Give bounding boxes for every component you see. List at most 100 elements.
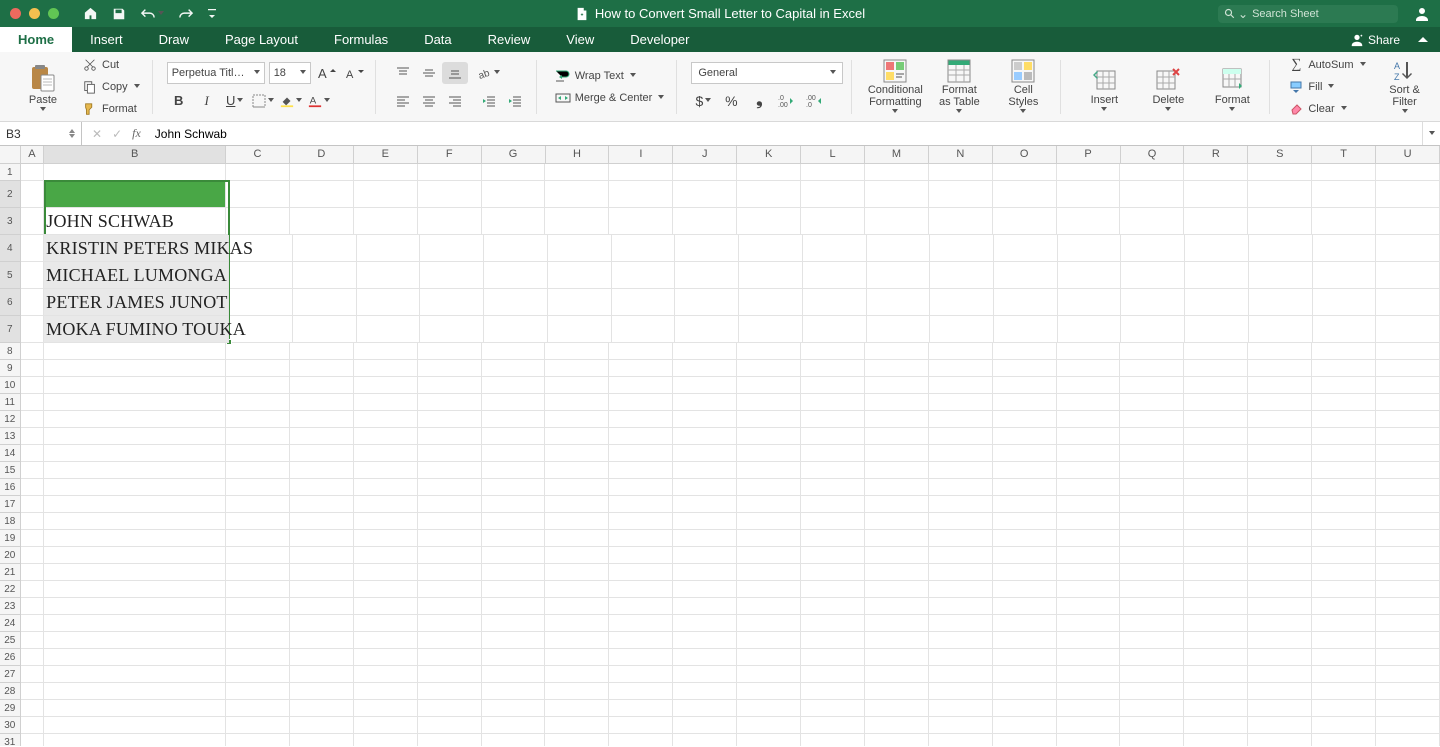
row-header-27[interactable]: 27 (0, 666, 21, 683)
cell-U24[interactable] (1376, 615, 1440, 632)
tab-insert[interactable]: Insert (72, 27, 141, 52)
cell-A17[interactable] (21, 496, 45, 513)
cell-J10[interactable] (673, 377, 737, 394)
cell-L16[interactable] (801, 479, 865, 496)
tab-home[interactable]: Home (0, 27, 72, 52)
row-header-10[interactable]: 10 (0, 377, 21, 394)
cell-G22[interactable] (482, 581, 546, 598)
cell-I17[interactable] (609, 496, 673, 513)
border-button[interactable] (251, 90, 275, 112)
cell-A14[interactable] (21, 445, 45, 462)
cell-D12[interactable] (290, 411, 354, 428)
cell-D21[interactable] (290, 564, 354, 581)
cell-H19[interactable] (545, 530, 609, 547)
cell-Q20[interactable] (1120, 547, 1184, 564)
cell-Q2[interactable] (1120, 181, 1184, 208)
search-sheet-input[interactable]: ⌄ (1218, 5, 1398, 23)
cell-O7[interactable] (994, 316, 1058, 343)
cell-B6[interactable]: PETER JAMES JUNOT (44, 289, 229, 316)
cell-C20[interactable] (226, 547, 290, 564)
cell-M26[interactable] (865, 649, 929, 666)
collapse-ribbon-button[interactable] (1412, 35, 1434, 45)
align-center-button[interactable] (416, 90, 442, 112)
cell-S25[interactable] (1248, 632, 1312, 649)
cell-R23[interactable] (1184, 598, 1248, 615)
cell-A12[interactable] (21, 411, 45, 428)
cell-C30[interactable] (226, 717, 290, 734)
cell-O28[interactable] (993, 683, 1057, 700)
cell-B16[interactable] (44, 479, 226, 496)
cell-N16[interactable] (929, 479, 993, 496)
fill-color-button[interactable] (279, 90, 303, 112)
cell-M4[interactable] (867, 235, 931, 262)
cell-C15[interactable] (226, 462, 290, 479)
cell-U23[interactable] (1376, 598, 1440, 615)
cell-G19[interactable] (482, 530, 546, 547)
cell-R27[interactable] (1184, 666, 1248, 683)
cancel-icon[interactable]: ✕ (92, 127, 102, 141)
cell-G9[interactable] (482, 360, 546, 377)
cell-R25[interactable] (1184, 632, 1248, 649)
col-header-J[interactable]: J (673, 146, 737, 163)
cell-P9[interactable] (1057, 360, 1121, 377)
conditional-formatting-button[interactable]: ConditionalFormatting (866, 55, 924, 119)
cell-K27[interactable] (737, 666, 801, 683)
cell-G16[interactable] (482, 479, 546, 496)
cell-T1[interactable] (1312, 164, 1376, 181)
cell-J11[interactable] (673, 394, 737, 411)
cell-O3[interactable] (993, 208, 1057, 235)
cell-Q22[interactable] (1120, 581, 1184, 598)
cell-A16[interactable] (21, 479, 45, 496)
cell-S10[interactable] (1248, 377, 1312, 394)
cell-G15[interactable] (482, 462, 546, 479)
cell-U14[interactable] (1376, 445, 1440, 462)
cell-D10[interactable] (290, 377, 354, 394)
cell-R9[interactable] (1184, 360, 1248, 377)
cell-I31[interactable] (609, 734, 673, 746)
cell-A2[interactable] (21, 181, 45, 208)
cell-I19[interactable] (609, 530, 673, 547)
cell-S14[interactable] (1248, 445, 1312, 462)
cell-E31[interactable] (354, 734, 418, 746)
delete-cells-button[interactable]: Delete (1139, 55, 1197, 119)
cell-P11[interactable] (1057, 394, 1121, 411)
cell-S13[interactable] (1248, 428, 1312, 445)
copy-button[interactable]: Copy (78, 78, 144, 96)
cell-R3[interactable] (1184, 208, 1248, 235)
cell-A24[interactable] (21, 615, 45, 632)
cell-J31[interactable] (673, 734, 737, 746)
col-header-K[interactable]: K (737, 146, 801, 163)
cell-T12[interactable] (1312, 411, 1376, 428)
cell-A3[interactable] (21, 208, 45, 235)
cell-G25[interactable] (482, 632, 546, 649)
cell-D23[interactable] (290, 598, 354, 615)
cell-L29[interactable] (801, 700, 865, 717)
cell-P21[interactable] (1057, 564, 1121, 581)
cell-H18[interactable] (545, 513, 609, 530)
cell-R26[interactable] (1184, 649, 1248, 666)
cell-R28[interactable] (1184, 683, 1248, 700)
cell-C28[interactable] (226, 683, 290, 700)
row-header-5[interactable]: 5 (0, 262, 21, 289)
clear-button[interactable]: Clear (1284, 100, 1369, 118)
sort-filter-button[interactable]: AZSort &Filter (1376, 55, 1434, 119)
cell-R1[interactable] (1184, 164, 1248, 181)
cell-O5[interactable] (994, 262, 1058, 289)
cell-P27[interactable] (1057, 666, 1121, 683)
cell-E17[interactable] (354, 496, 418, 513)
cell-P29[interactable] (1057, 700, 1121, 717)
cell-O21[interactable] (993, 564, 1057, 581)
cell-R5[interactable] (1185, 262, 1249, 289)
cell-Q16[interactable] (1120, 479, 1184, 496)
cell-K8[interactable] (737, 343, 801, 360)
cell-B21[interactable] (44, 564, 226, 581)
format-as-table-button[interactable]: Formatas Table (930, 55, 988, 119)
cell-G6[interactable] (484, 289, 548, 316)
cell-Q23[interactable] (1120, 598, 1184, 615)
cell-M11[interactable] (865, 394, 929, 411)
cell-H1[interactable] (545, 164, 609, 181)
cell-J12[interactable] (673, 411, 737, 428)
cell-E12[interactable] (354, 411, 418, 428)
font-size-select[interactable]: 18 (269, 62, 311, 84)
cell-S27[interactable] (1248, 666, 1312, 683)
